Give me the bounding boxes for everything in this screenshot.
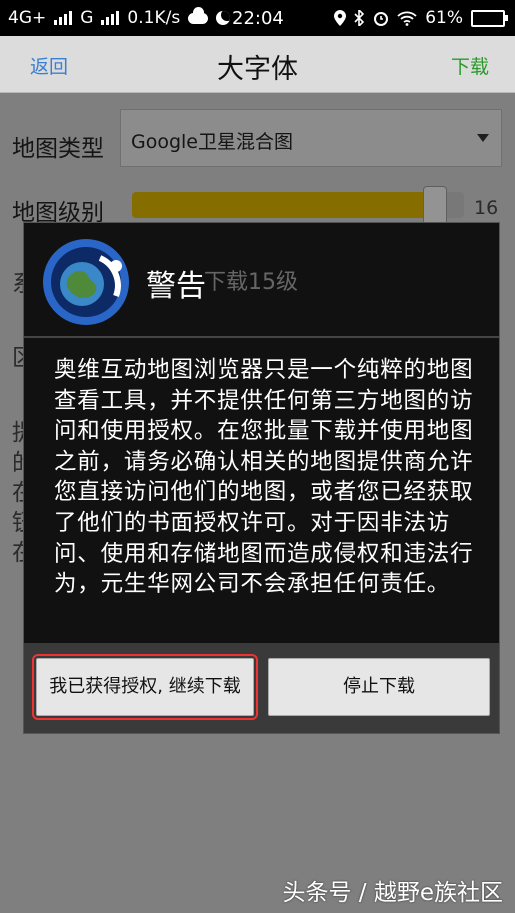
stop-download-button[interactable]: 停止下载	[268, 658, 490, 716]
app-logo-icon	[43, 239, 129, 325]
status-right: 61%	[334, 8, 508, 28]
location-icon	[334, 10, 347, 26]
network-speed: 0.1K/s	[127, 8, 181, 28]
wifi-icon	[397, 11, 417, 26]
status-left: 4G+ G 0.1K/s	[8, 6, 231, 28]
warning-dialog: 警告 下载15级 奥维互动地图浏览器只是一个纯粹的地图查看工具，并不提供任何第三…	[23, 222, 500, 734]
network-type-2-label: G	[80, 8, 94, 28]
signal-icon	[54, 11, 73, 25]
battery-icon	[471, 9, 508, 27]
battery-percent: 61%	[425, 8, 463, 28]
moon-icon	[216, 11, 231, 25]
alarm-icon	[374, 12, 389, 26]
dialog-divider	[24, 336, 499, 338]
dialog-header: 警告 下载15级	[24, 223, 499, 333]
signal-2-icon	[101, 11, 120, 25]
status-bar: 4G+ G 0.1K/s 22:04 61%	[0, 0, 515, 36]
watermark: 头条号 / 越野e族社区	[282, 880, 503, 906]
dialog-title: 警告	[146, 269, 206, 304]
weather-cloud-icon	[188, 6, 209, 24]
partial-select-text: 下载15级	[204, 270, 298, 295]
app-bar: 返回 大字体 下载	[0, 36, 515, 93]
dialog-button-bar: 我已获得授权, 继续下载 停止下载	[24, 643, 499, 733]
status-time: 22:04	[232, 8, 284, 29]
page-title: 大字体	[217, 54, 298, 85]
bluetooth-icon	[354, 10, 365, 26]
dialog-message: 奥维互动地图浏览器只是一个纯粹的地图查看工具，并不提供任何第三方地图的访问和使用…	[54, 357, 474, 598]
network-type-label: 4G+	[8, 8, 47, 28]
download-button[interactable]: 下载	[451, 52, 489, 79]
confirm-authorized-button[interactable]: 我已获得授权, 继续下载	[32, 654, 258, 720]
